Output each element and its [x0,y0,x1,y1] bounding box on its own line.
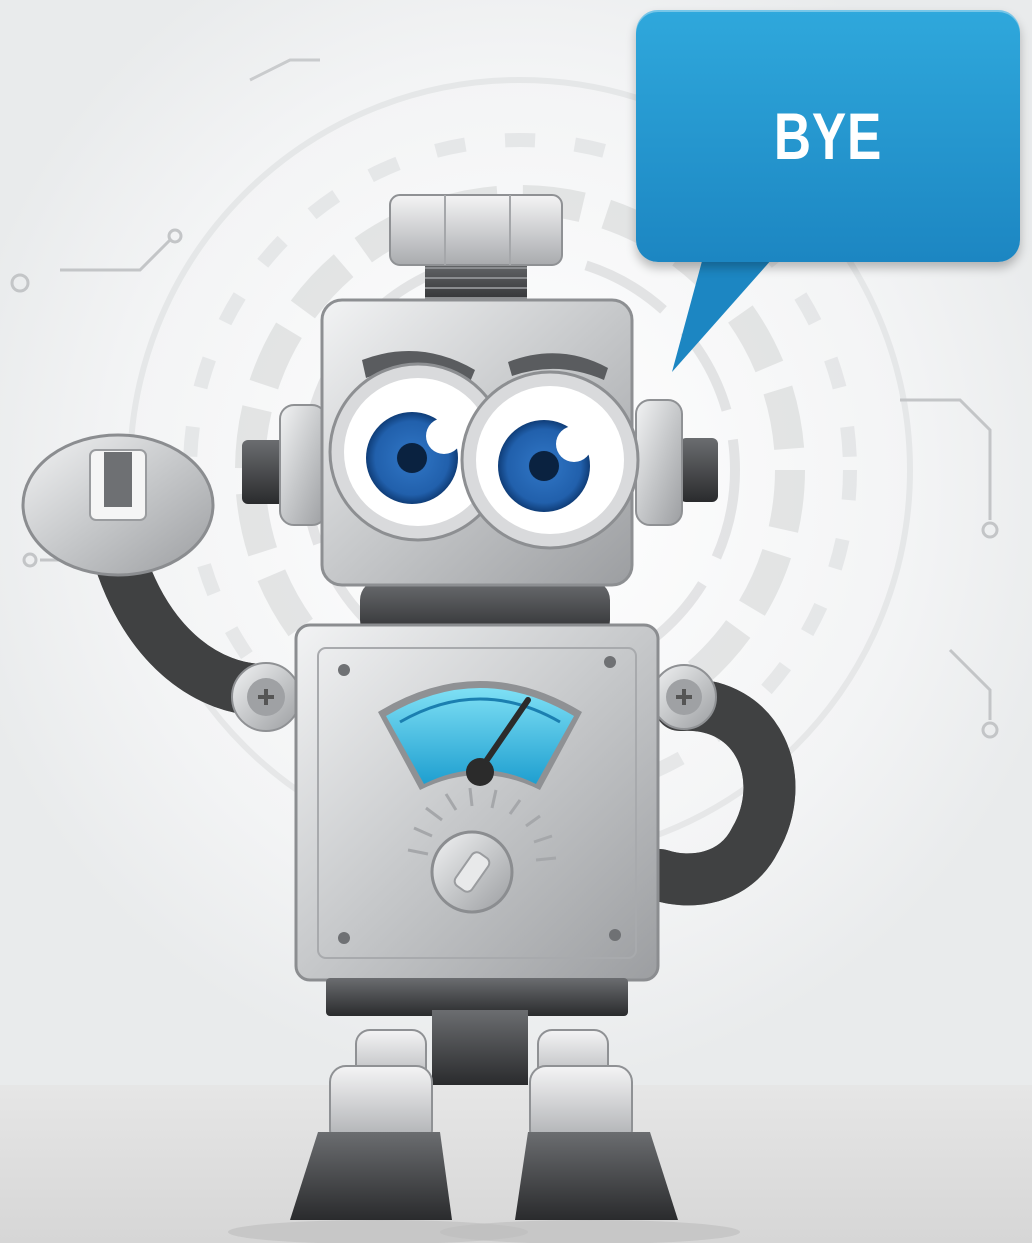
torso [294,623,660,982]
left-shoulder [231,662,301,732]
waist [432,1010,528,1085]
right-eye [460,370,640,550]
speech-bubble-text: BYE [773,99,883,173]
right-shoulder [651,664,717,730]
wrench-hand [21,433,215,577]
